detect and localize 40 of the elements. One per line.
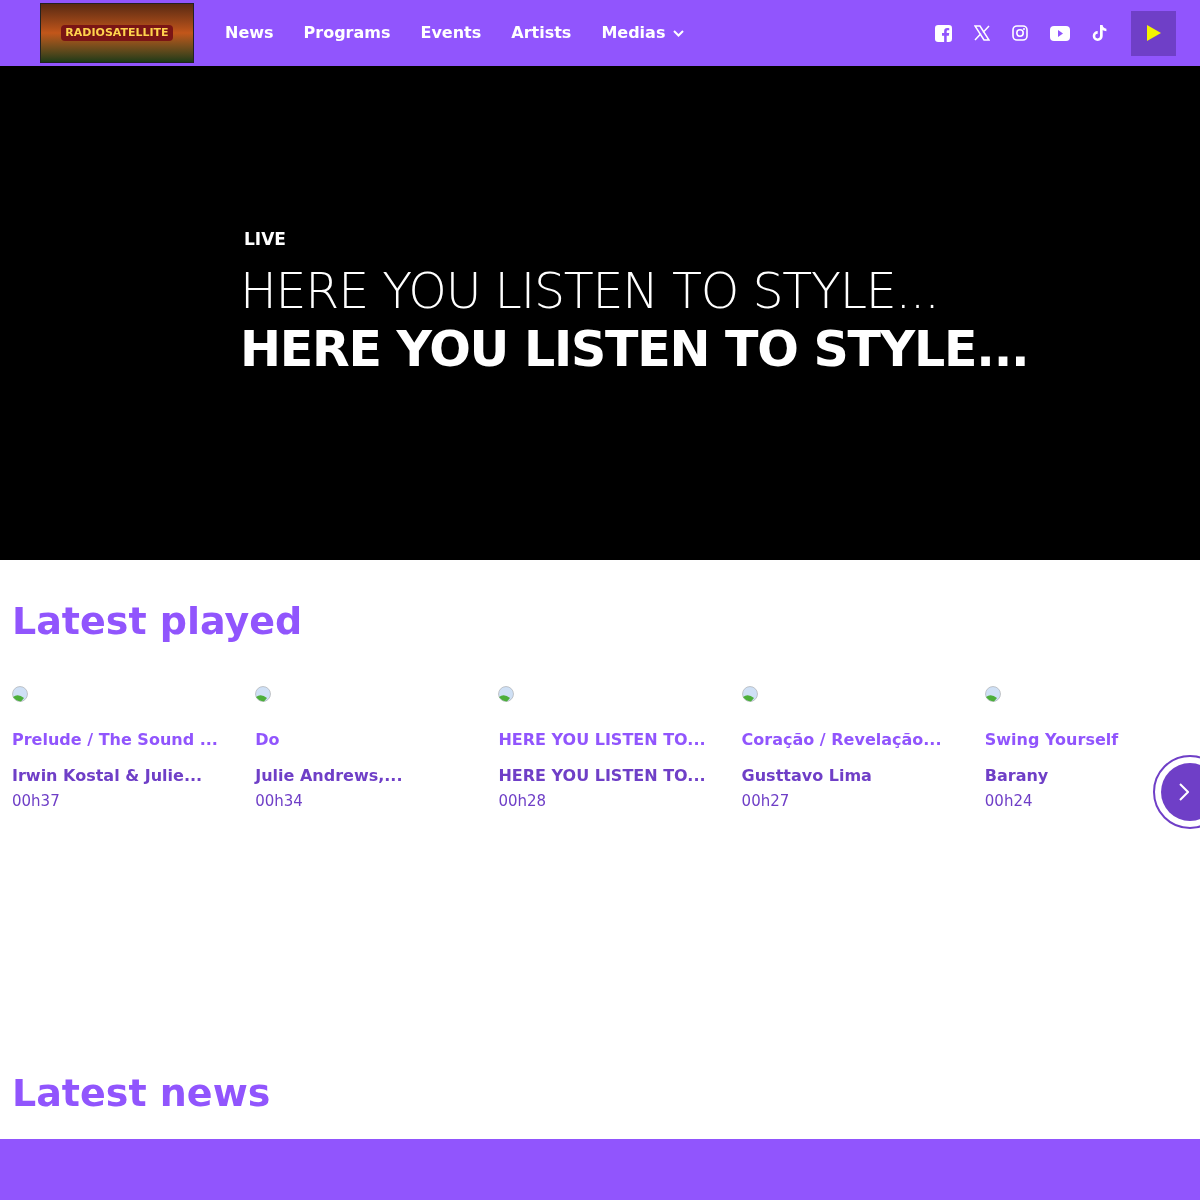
nav-link[interactable]: Medias <box>601 21 685 45</box>
section-heading: Latest played <box>12 598 304 644</box>
hero-title: HERE YOU LISTEN TO STYLE... <box>240 320 1030 379</box>
logo[interactable]: RADIOSATELLITE <box>40 3 194 63</box>
track-title[interactable]: HERE YOU LISTEN TO... <box>498 728 706 752</box>
youtube-icon[interactable] <box>1050 25 1070 41</box>
track-title[interactable]: Do <box>255 728 280 752</box>
played-time: 00h24 <box>984 791 1033 812</box>
logo-text: RADIOSATELLITE <box>61 24 173 42</box>
broken-image-icon <box>255 686 272 702</box>
track-artist[interactable]: Julie Andrews,... <box>255 764 403 788</box>
track-title[interactable]: Coração / Revelação... <box>741 728 942 752</box>
track-artist[interactable]: HERE YOU LISTEN TO... <box>498 764 706 788</box>
track-artist[interactable]: Irwin Kostal & Julie... <box>12 764 203 788</box>
played-time: 00h28 <box>498 791 547 812</box>
played-time: 00h37 <box>12 791 60 812</box>
track-title[interactable]: Swing Yourself <box>984 728 1119 752</box>
nav-link[interactable]: Events <box>420 21 482 45</box>
track-artist[interactable]: Barany <box>984 764 1049 788</box>
broken-image-icon <box>12 686 28 702</box>
chevron-right-icon <box>1179 783 1189 801</box>
broken-image-icon <box>741 686 758 702</box>
played-time: 00h34 <box>255 791 303 812</box>
section-heading: Latest news <box>12 1070 271 1116</box>
nav-link[interactable]: Artists <box>511 21 572 45</box>
facebook-icon[interactable] <box>935 24 952 42</box>
broken-image-icon <box>984 686 1001 702</box>
live-label: LIVE <box>244 229 286 250</box>
played-time: 00h27 <box>741 791 790 812</box>
play-button[interactable] <box>1131 10 1176 56</box>
broken-image-icon <box>498 686 515 702</box>
play-icon <box>1146 25 1161 41</box>
nav-link[interactable]: Programs <box>303 21 391 45</box>
tiktok-icon[interactable] <box>1092 24 1107 42</box>
instagram-icon[interactable] <box>1012 25 1028 41</box>
x-icon[interactable] <box>974 25 990 41</box>
nav-link[interactable]: News <box>225 21 274 45</box>
track-artist[interactable]: Gusttavo Lima <box>741 764 872 788</box>
track-title[interactable]: Prelude / The Sound ... <box>12 728 218 752</box>
hero-title: HERE YOU LISTEN TO STYLE... <box>240 262 940 321</box>
